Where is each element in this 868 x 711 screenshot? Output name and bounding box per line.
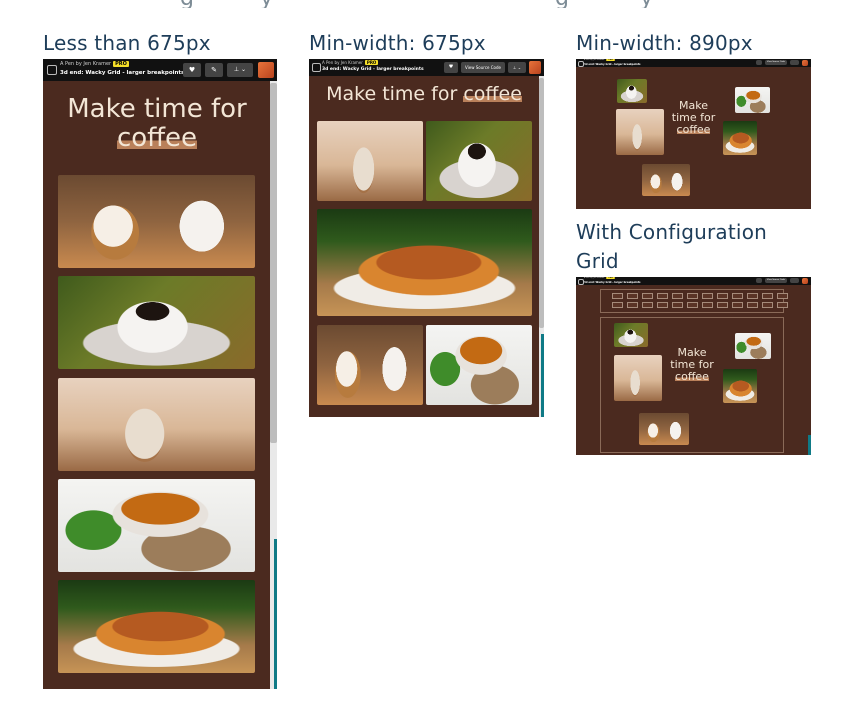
pin-button[interactable]: ⊥ ⌄: [227, 63, 253, 77]
pin-button[interactable]: [790, 60, 799, 65]
avatar[interactable]: [802, 60, 808, 66]
cropped-top-text: gygy: [0, 0, 868, 8]
heart-button[interactable]: [756, 60, 762, 65]
pro-badge: PRO: [113, 61, 129, 67]
pen-byline: A Pen by Jen Kramer PRO: [584, 277, 616, 279]
photo-tea-cup: [735, 333, 771, 359]
window-edge: [274, 539, 277, 689]
photo-tea-cup: [426, 325, 532, 405]
heart-button[interactable]: [756, 278, 762, 283]
heading-highlight: coffee: [116, 123, 198, 153]
photo-tea-cup: [735, 87, 770, 113]
pro-badge: PRO: [364, 60, 379, 65]
config-column-title: With Configuration Grid: [576, 218, 767, 276]
pin-button[interactable]: ⊥ ⌄: [508, 62, 526, 73]
pen-title: 3d end: Wacky Grid - larger breakpoints: [60, 70, 185, 76]
avatar[interactable]: [529, 61, 541, 74]
photo-croissant: [723, 121, 757, 155]
photo-latte-and-mug: [58, 175, 255, 268]
photo-latte-and-mug: [317, 325, 423, 405]
heart-button[interactable]: ♥: [183, 63, 201, 77]
config-grid-row-2: [612, 302, 788, 308]
page-heading: Make time for coffee: [67, 94, 247, 153]
pro-badge: PRO: [606, 59, 616, 61]
pen-byline: A Pen by Jen Kramer PRO: [60, 61, 129, 67]
photo-espresso-cup: [614, 323, 648, 347]
view-source-button[interactable]: View Source Code: [765, 60, 787, 65]
view-source-button[interactable]: View Source Code: [765, 278, 787, 283]
photo-espresso-cup: [617, 79, 647, 103]
codepen-logo-icon: [47, 65, 57, 75]
codepen-header: A Pen by Jen Kramer PRO 3d end: Wacky Gri…: [576, 59, 811, 67]
view-source-button[interactable]: View Source Code: [461, 62, 505, 73]
desktop-screenshot: A Pen by Jen Kramer PRO 3d end: Wacky Gri…: [576, 59, 811, 209]
page-heading: Make time for coffee: [670, 346, 714, 383]
photo-iced-coffee-jar: [614, 355, 662, 401]
edit-button[interactable]: ✎: [205, 63, 223, 77]
heading-highlight: coffee: [463, 83, 522, 105]
photo-iced-coffee-jar: [317, 121, 423, 201]
page-heading: Make time for coffee: [326, 83, 522, 105]
pro-badge: PRO: [606, 277, 616, 279]
pen-title: 3d end: Wacky Grid - larger breakpoints: [584, 281, 641, 284]
avatar[interactable]: [802, 278, 808, 284]
photo-croissant: [58, 580, 255, 673]
codepen-logo-icon: [312, 63, 321, 72]
window-edge: [808, 435, 811, 455]
pen-title: 3d end: Wacky Grid - larger breakpoints: [584, 63, 641, 66]
window-edge: [541, 334, 544, 417]
photo-iced-coffee-jar: [616, 109, 664, 155]
photo-espresso-cup: [426, 121, 532, 201]
heading-highlight: coffee: [676, 123, 711, 136]
scrollbar-thumb[interactable]: [270, 83, 277, 443]
photo-croissant: [723, 369, 757, 403]
tablet-column-title: Min-width: 675px: [309, 31, 486, 55]
mobile-screenshot: A Pen by Jen Kramer PRO 3d end: Wacky Gri…: [43, 59, 277, 689]
pen-title: 3d end: Wacky Grid - larger breakpoints: [322, 67, 424, 72]
config-title-line2: Grid: [576, 249, 619, 273]
photo-iced-coffee-jar: [58, 378, 255, 471]
heart-button[interactable]: ♥: [444, 62, 458, 73]
codepen-header: A Pen by Jen Kramer PRO 3d end: Wacky Gri…: [576, 277, 811, 285]
pen-byline: A Pen by Jen Kramer PRO: [322, 60, 379, 65]
photo-latte-and-mug: [639, 413, 689, 445]
pin-button[interactable]: [790, 278, 799, 283]
heading-highlight: coffee: [675, 370, 709, 383]
photo-croissant: [317, 209, 532, 316]
codepen-header: A Pen by Jen Kramer PRO 3d end: Wacky Gri…: [309, 59, 544, 76]
config-title-line1: With Configuration: [576, 220, 768, 244]
avatar[interactable]: [258, 62, 274, 78]
desktop-column-title: Min-width: 890px: [576, 31, 753, 55]
mobile-column-title: Less than 675px: [43, 31, 211, 55]
pen-byline: A Pen by Jen Kramer PRO: [584, 59, 616, 61]
config-grid-screenshot: A Pen by Jen Kramer PRO 3d end: Wacky Gri…: [576, 277, 811, 455]
photo-tea-cup: [58, 479, 255, 572]
photo-espresso-cup: [58, 276, 255, 369]
page-heading: Make time for coffee: [671, 99, 716, 136]
tablet-screenshot: A Pen by Jen Kramer PRO 3d end: Wacky Gri…: [309, 59, 544, 417]
config-grid-row-1: [612, 293, 788, 299]
scrollbar-thumb[interactable]: [539, 78, 544, 328]
photo-latte-and-mug: [642, 164, 690, 196]
codepen-header: A Pen by Jen Kramer PRO 3d end: Wacky Gri…: [43, 59, 277, 81]
